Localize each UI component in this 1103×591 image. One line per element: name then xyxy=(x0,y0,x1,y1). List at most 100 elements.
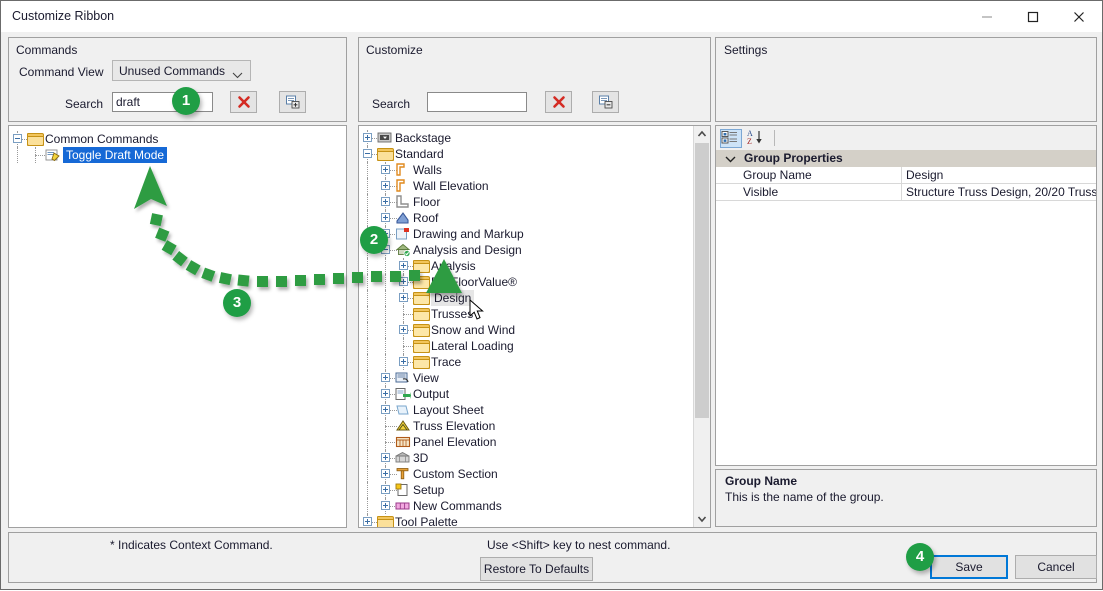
tree-node[interactable]: Trusses xyxy=(359,306,710,322)
red-x-clear-icon[interactable] xyxy=(545,91,572,113)
tree-node[interactable]: Layout Sheet xyxy=(359,402,710,418)
property-grid-toolbar: A Z xyxy=(716,126,1096,151)
output-icon xyxy=(395,387,411,401)
tree-connector xyxy=(367,274,368,290)
folder-icon xyxy=(413,355,429,369)
property-value[interactable]: Design xyxy=(902,167,1096,184)
command-view-dropdown[interactable]: Unused Commands xyxy=(112,60,251,81)
three-d-icon xyxy=(395,451,411,465)
new-commands-icon xyxy=(395,499,411,513)
expand-icon[interactable] xyxy=(381,405,390,414)
tree-node-label: Analysis xyxy=(431,258,476,274)
tree-node-label: Wall Elevation xyxy=(413,178,489,194)
tree-connector xyxy=(367,418,368,434)
tree-node[interactable]: Drawing and Markup xyxy=(359,226,710,242)
annotation-badge-1: 1 xyxy=(172,87,200,115)
add-command-icon[interactable] xyxy=(279,91,306,113)
tree-node-label: Standard xyxy=(395,146,444,162)
expand-icon[interactable] xyxy=(381,197,390,206)
tree-node[interactable]: Wall Elevation xyxy=(359,178,710,194)
tree-node[interactable]: View xyxy=(359,370,710,386)
commands-group-label: Commands xyxy=(16,43,77,57)
collapse-icon[interactable] xyxy=(363,149,372,158)
tree-node-label: Walls xyxy=(413,162,442,178)
tree-node[interactable]: New Commands xyxy=(359,498,710,514)
tree-connector xyxy=(367,354,368,370)
tree-node[interactable]: Custom Section xyxy=(359,466,710,482)
folder-open-icon xyxy=(377,147,393,161)
tree-connector xyxy=(367,370,368,386)
tree-connector xyxy=(367,210,368,226)
expand-icon[interactable] xyxy=(381,213,390,222)
tree-node-label: Layout Sheet xyxy=(413,402,484,418)
restore-defaults-button[interactable]: Restore To Defaults xyxy=(480,557,593,581)
tree-node-label: Output xyxy=(413,386,449,402)
commands-search-label: Search xyxy=(65,97,103,111)
customize-search-input[interactable] xyxy=(427,92,527,112)
tree-node[interactable]: Trace xyxy=(359,354,710,370)
expand-icon[interactable] xyxy=(381,181,390,190)
draft-mode-icon xyxy=(45,148,61,162)
tree-node[interactable]: BC FloorValue® xyxy=(359,274,710,290)
expand-icon[interactable] xyxy=(381,453,390,462)
save-button[interactable]: Save xyxy=(930,555,1008,579)
close-button[interactable] xyxy=(1056,1,1102,32)
tree-node[interactable]: Analysis xyxy=(359,258,710,274)
tree-node[interactable]: Panel Elevation xyxy=(359,434,710,450)
tree-node[interactable]: Output xyxy=(359,386,710,402)
expand-icon[interactable] xyxy=(381,469,390,478)
tree-node[interactable]: 3D xyxy=(359,450,710,466)
property-grid[interactable]: A Z Group Properties Group Name Design V… xyxy=(715,125,1097,466)
tree-connector xyxy=(367,498,368,514)
expand-icon[interactable] xyxy=(399,261,408,270)
customize-tree[interactable]: BackstageStandardWallsWall ElevationFloo… xyxy=(358,125,711,528)
expand-icon[interactable] xyxy=(399,325,408,334)
collapse-icon[interactable] xyxy=(13,134,22,143)
expand-icon[interactable] xyxy=(381,485,390,494)
tree-node[interactable]: Lateral Loading xyxy=(359,338,710,354)
property-value[interactable]: Structure Truss Design, 20/20 Truss Desi xyxy=(902,184,1096,201)
tree-node[interactable]: Backstage xyxy=(359,130,710,146)
commands-tree[interactable]: Common CommandsToggle Draft Mode xyxy=(8,125,347,528)
tree-node[interactable]: Design xyxy=(359,290,710,306)
tree-node[interactable]: Truss Elevation xyxy=(359,418,710,434)
chevron-down-icon[interactable] xyxy=(725,152,736,166)
tree-node[interactable]: Analysis and Design xyxy=(359,242,710,258)
remove-command-icon[interactable] xyxy=(592,91,619,113)
tree-connector xyxy=(385,274,386,290)
minimize-button[interactable] xyxy=(964,1,1010,32)
folder-icon xyxy=(413,291,429,305)
red-x-clear-icon[interactable] xyxy=(230,91,257,113)
expand-icon[interactable] xyxy=(381,501,390,510)
expand-icon[interactable] xyxy=(381,389,390,398)
property-group-header[interactable]: Group Properties xyxy=(716,150,1096,167)
tree-node[interactable]: Snow and Wind xyxy=(359,322,710,338)
alphabetical-sort-icon[interactable]: A Z xyxy=(746,129,768,148)
tree-connector xyxy=(367,386,368,402)
categorized-view-icon[interactable] xyxy=(720,129,742,148)
expand-icon[interactable] xyxy=(381,165,390,174)
toolbar-divider xyxy=(774,130,775,146)
maximize-button[interactable] xyxy=(1010,1,1056,32)
tree-node[interactable]: Roof xyxy=(359,210,710,226)
expand-icon[interactable] xyxy=(399,357,408,366)
tree-node[interactable]: Floor xyxy=(359,194,710,210)
tree-node[interactable]: Setup xyxy=(359,482,710,498)
description-title: Group Name xyxy=(725,474,797,488)
tree-node[interactable]: Toggle Draft Mode xyxy=(9,147,346,163)
tree-node[interactable]: Tool Palette xyxy=(359,514,710,528)
property-row-group-name[interactable]: Group Name Design xyxy=(716,167,1096,184)
property-row-visible[interactable]: Visible Structure Truss Design, 20/20 Tr… xyxy=(716,184,1096,201)
expand-icon[interactable] xyxy=(399,277,408,286)
expand-icon[interactable] xyxy=(399,293,408,302)
tree-node[interactable]: Walls xyxy=(359,162,710,178)
tree-connector xyxy=(367,434,368,450)
tree-connector xyxy=(367,482,368,498)
expand-icon[interactable] xyxy=(381,373,390,382)
expand-icon[interactable] xyxy=(363,517,372,526)
tree-node[interactable]: Common Commands xyxy=(9,131,346,147)
tree-node[interactable]: Standard xyxy=(359,146,710,162)
expand-icon[interactable] xyxy=(363,133,372,142)
cancel-button[interactable]: Cancel xyxy=(1015,555,1097,579)
command-view-value: Unused Commands xyxy=(119,64,225,78)
